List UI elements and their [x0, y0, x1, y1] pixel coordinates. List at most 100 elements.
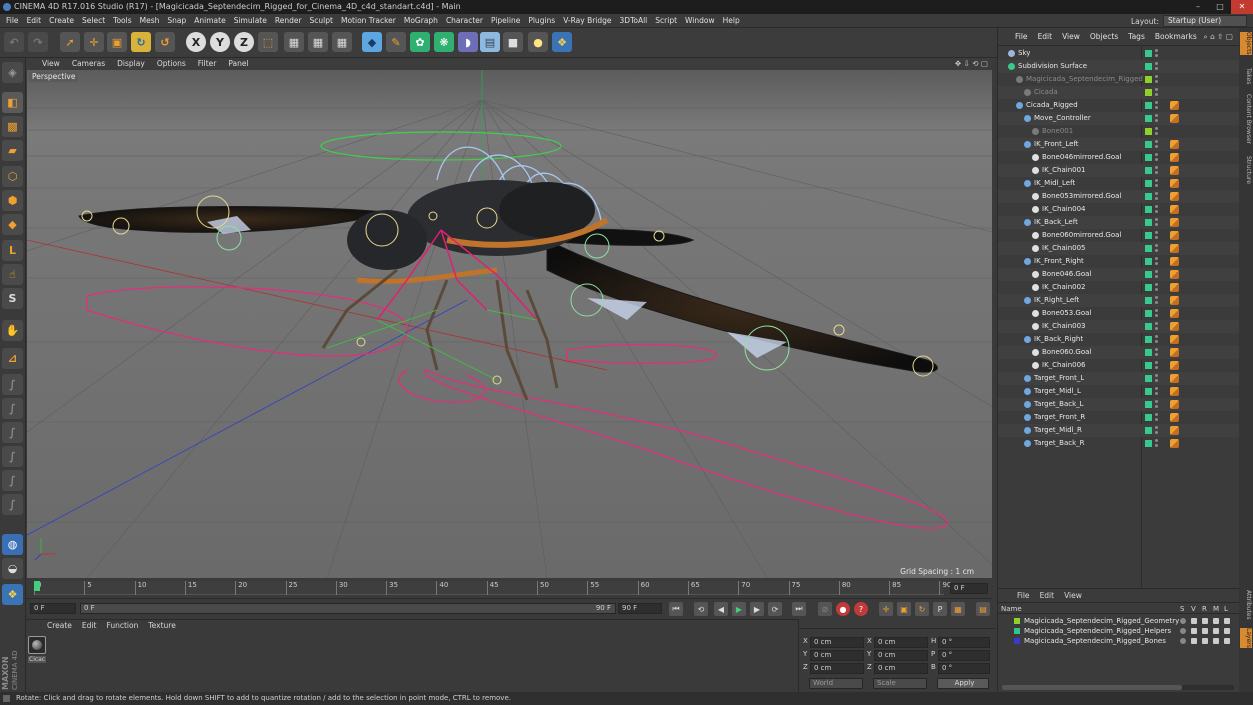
editor-visibility-dot[interactable]: [1155, 335, 1158, 338]
viewport-nav-icons[interactable]: ✥ ⇩ ⟲ ▢: [955, 58, 988, 70]
object-menu-file[interactable]: File: [1010, 28, 1033, 46]
render-visibility-dot[interactable]: [1155, 379, 1158, 382]
layer-color-swatch[interactable]: [1145, 89, 1152, 96]
editor-visibility-dot[interactable]: [1155, 348, 1158, 351]
layer-name[interactable]: Magicicada_Septendecim_Rigged_Geometry: [1024, 617, 1179, 626]
object-row[interactable]: Cicada_Rigged: [998, 99, 1240, 112]
layer-toggle[interactable]: [1224, 618, 1230, 624]
layer-row[interactable]: Magicicada_Septendecim_Rigged_Bones: [998, 637, 1240, 646]
layer-name[interactable]: Magicicada_Septendecim_Rigged_Bones: [1024, 637, 1166, 646]
ik-tag-icon[interactable]: [1170, 374, 1179, 383]
editor-visibility-dot[interactable]: [1155, 283, 1158, 286]
material-thumbnail[interactable]: [28, 636, 46, 654]
size-mode-dropdown[interactable]: Scale: [873, 678, 927, 689]
object-row[interactable]: Target_Front_R: [998, 411, 1240, 424]
menu-render[interactable]: Render: [271, 14, 306, 28]
ik-tag-icon[interactable]: [1170, 218, 1179, 227]
render-visibility-dot[interactable]: [1155, 80, 1158, 83]
layer-color-swatch[interactable]: [1145, 102, 1152, 109]
current-frame-field[interactable]: 0 F: [950, 583, 988, 594]
menu-create[interactable]: Create: [45, 14, 78, 28]
layer-color-swatch[interactable]: [1145, 388, 1152, 395]
layer-col-s[interactable]: S: [1180, 604, 1184, 614]
recent-tools-icon[interactable]: ↺: [155, 32, 175, 52]
editor-visibility-dot[interactable]: [1155, 179, 1158, 182]
render-visibility-dot[interactable]: [1155, 223, 1158, 226]
layer-color-swatch[interactable]: [1145, 206, 1152, 213]
layer-toggle[interactable]: [1191, 638, 1197, 644]
menu-select[interactable]: Select: [78, 14, 109, 28]
object-row[interactable]: Target_Back_L: [998, 398, 1240, 411]
object-name[interactable]: IK_Back_Left: [1034, 216, 1078, 229]
render-visibility-dot[interactable]: [1155, 353, 1158, 356]
editor-visibility-dot[interactable]: [1155, 374, 1158, 377]
layout-selector[interactable]: Layout: Startup (User): [1131, 15, 1247, 27]
menu-snap[interactable]: Snap: [163, 14, 190, 28]
close-button[interactable]: ✕: [1231, 0, 1253, 14]
object-name[interactable]: Bone046mirrored.Goal: [1042, 151, 1121, 164]
object-row[interactable]: Target_Midl_R: [998, 424, 1240, 437]
editor-visibility-dot[interactable]: [1155, 166, 1158, 169]
camera-label[interactable]: Perspective: [29, 72, 79, 82]
render-visibility-dot[interactable]: [1155, 145, 1158, 148]
material-name[interactable]: Cicac: [28, 656, 47, 663]
menu-v-ray-bridge[interactable]: V-Ray Bridge: [559, 14, 615, 28]
menu-animate[interactable]: Animate: [190, 14, 229, 28]
key-pla-icon[interactable]: ▦: [951, 602, 965, 616]
redo-icon[interactable]: ↷: [28, 32, 48, 52]
render-visibility-dot[interactable]: [1155, 405, 1158, 408]
layer-color-swatch[interactable]: [1145, 76, 1152, 83]
render-visibility-dot[interactable]: [1155, 392, 1158, 395]
layer-toggle[interactable]: [1202, 618, 1208, 624]
editor-visibility-dot[interactable]: [1155, 361, 1158, 364]
layer-menu-view[interactable]: View: [1059, 589, 1087, 603]
paint-icon[interactable]: ◒: [2, 558, 23, 579]
layer-color-swatch[interactable]: [1145, 297, 1152, 304]
start-frame-field[interactable]: 0 F: [30, 603, 76, 614]
editor-visibility-dot[interactable]: [1155, 127, 1158, 130]
menu-plugins[interactable]: Plugins: [524, 14, 559, 28]
object-row[interactable]: IK_Chain002: [998, 281, 1240, 294]
ik-tag-icon[interactable]: [1170, 140, 1179, 149]
ik-tag-icon[interactable]: [1170, 231, 1179, 240]
render-visibility-dot[interactable]: [1155, 314, 1158, 317]
render-visibility-dot[interactable]: [1155, 119, 1158, 122]
key-scale-icon[interactable]: ▣: [897, 602, 911, 616]
key-rotation-icon[interactable]: ↻: [915, 602, 929, 616]
object-row[interactable]: Target_Front_L: [998, 372, 1240, 385]
undo-icon[interactable]: ↶: [4, 32, 24, 52]
object-menu-view[interactable]: View: [1057, 28, 1085, 46]
render-settings-icon[interactable]: ▦: [332, 32, 352, 52]
ik-tag-icon[interactable]: [1170, 257, 1179, 266]
object-name[interactable]: IK_Front_Left: [1034, 138, 1079, 151]
key-position-icon[interactable]: ✛: [879, 602, 893, 616]
coord-position-field[interactable]: 0 cm: [810, 637, 864, 648]
editor-visibility-dot[interactable]: [1155, 75, 1158, 78]
end-frame-field[interactable]: 90 F: [618, 603, 662, 614]
sculpt-brush-6-icon[interactable]: ∫: [2, 494, 23, 515]
object-name[interactable]: Target_Front_R: [1034, 411, 1085, 424]
layer-toggle[interactable]: [1180, 628, 1186, 634]
render-visibility-dot[interactable]: [1155, 288, 1158, 291]
viewport-menu-view[interactable]: View: [36, 58, 66, 70]
motion-record-icon[interactable]: ⊘: [818, 602, 832, 616]
snap-icon[interactable]: S: [2, 288, 23, 309]
maximize-button[interactable]: □: [1209, 0, 1231, 14]
previous-key-icon[interactable]: ⟲: [694, 602, 708, 616]
menu-script[interactable]: Script: [651, 14, 681, 28]
deformer-icon[interactable]: ◗: [458, 32, 478, 52]
object-menu-edit[interactable]: Edit: [1033, 28, 1058, 46]
render-visibility-dot[interactable]: [1155, 210, 1158, 213]
object-name[interactable]: IK_Chain001: [1042, 164, 1086, 177]
object-menu-tags[interactable]: Tags: [1123, 28, 1150, 46]
coord-size-field[interactable]: 0 cm: [874, 650, 928, 661]
ik-tag-icon[interactable]: [1170, 322, 1179, 331]
menu-sculpt[interactable]: Sculpt: [306, 14, 337, 28]
editor-visibility-dot[interactable]: [1155, 400, 1158, 403]
object-name[interactable]: Subdivision Surface: [1018, 60, 1087, 73]
layer-row[interactable]: Magicicada_Septendecim_Rigged_Geometry: [998, 617, 1240, 626]
object-row[interactable]: Bone046.Goal: [998, 268, 1240, 281]
object-row[interactable]: IK_Back_Right: [998, 333, 1240, 346]
object-name[interactable]: IK_Front_Right: [1034, 255, 1084, 268]
object-name[interactable]: Target_Midl_L: [1034, 385, 1081, 398]
